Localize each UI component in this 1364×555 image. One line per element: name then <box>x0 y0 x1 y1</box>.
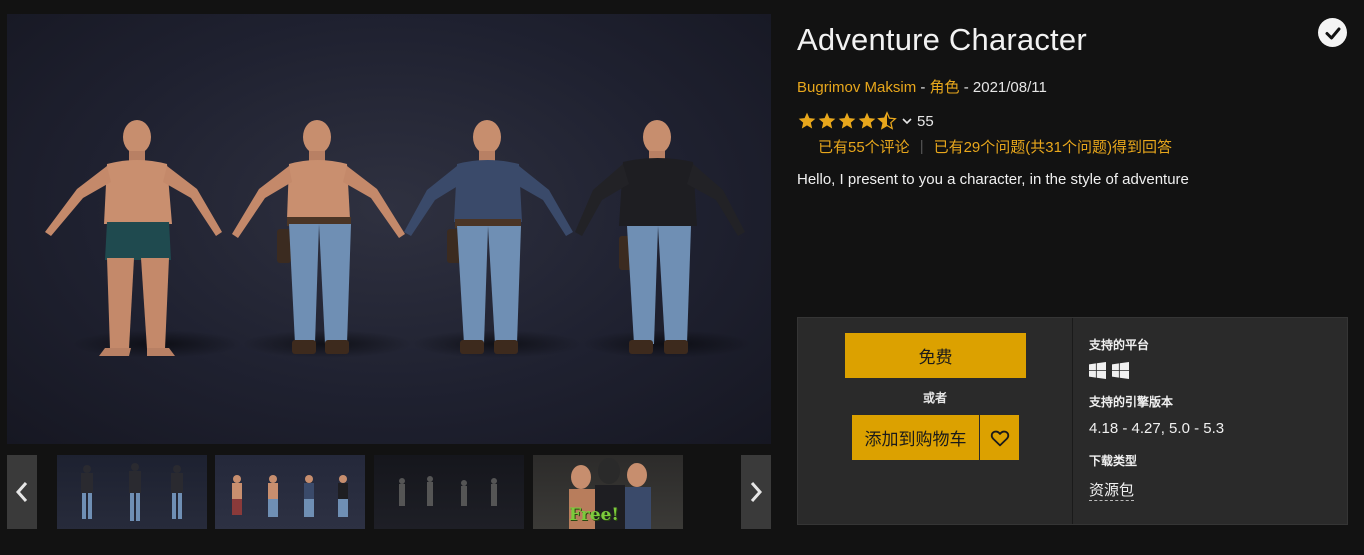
star-half-icon <box>877 111 897 130</box>
download-type-label: 下载类型 <box>1089 454 1138 468</box>
reviews-link[interactable]: 已有55个评论 <box>818 136 910 157</box>
product-meta: Bugrimov Maksim - 角色 - 2021/08/11 <box>797 76 1047 97</box>
star-full-icon <box>838 112 856 129</box>
carousel-next-button[interactable] <box>741 455 771 529</box>
thumbnail-carousel: Free! <box>7 455 771 529</box>
or-label: 或者 <box>922 391 947 405</box>
chevron-down-icon[interactable] <box>901 115 913 127</box>
release-date: 2021/08/11 <box>972 79 1047 96</box>
thumbnail-2[interactable] <box>215 455 365 529</box>
heart-icon <box>990 430 1009 446</box>
product-description: Hello, I present to you a character, in … <box>797 171 1189 188</box>
star-full-icon <box>818 112 836 129</box>
character-figure-1 <box>45 120 222 356</box>
engine-versions-value: 4.18 - 4.27, 5.0 - 5.3 <box>1089 420 1225 437</box>
add-to-cart-button[interactable]: 添加到购物车 <box>852 415 979 460</box>
author-link[interactable]: Bugrimov Maksim <box>797 79 916 96</box>
verified-check-icon <box>1318 18 1347 47</box>
star-full-icon <box>798 112 816 129</box>
reviews-questions-links: 已有55个评论 | 已有29个问题(共31个问题)得到回答 <box>818 136 1172 157</box>
windows-icon <box>1112 362 1129 379</box>
product-title: Adventure Character <box>797 22 1087 57</box>
chevron-left-icon <box>15 482 28 502</box>
rating-count: 55 <box>917 112 934 130</box>
character-figure-4 <box>575 120 745 354</box>
meta-separator: - <box>959 79 973 96</box>
thumbnail-1-image <box>81 463 183 521</box>
thumbnail-3-image <box>399 476 497 506</box>
character-render-image <box>45 120 752 358</box>
main-product-image[interactable] <box>7 14 771 444</box>
free-button[interactable]: 免费 <box>845 333 1026 378</box>
windows-icon <box>1089 362 1106 379</box>
carousel-prev-button[interactable] <box>7 455 37 529</box>
thumbnail-4[interactable]: Free! <box>533 455 683 529</box>
questions-link[interactable]: 已有29个问题(共31个问题)得到回答 <box>934 136 1172 157</box>
character-figure-3 <box>404 120 573 354</box>
thumbnail-2-image <box>232 475 348 517</box>
category-link[interactable]: 角色 <box>930 79 960 96</box>
thumbnail-1[interactable] <box>57 455 207 529</box>
star-full-icon <box>858 112 876 129</box>
engine-versions-label: 支持的引擎版本 <box>1089 395 1174 409</box>
free-overlay-text: Free! <box>569 505 619 525</box>
link-divider: | <box>919 138 924 155</box>
rating-summary[interactable]: 55 <box>797 111 934 131</box>
platforms-label: 支持的平台 <box>1089 338 1150 352</box>
download-type-value[interactable]: 资源包 <box>1089 479 1135 501</box>
rating-stars <box>797 111 897 131</box>
wishlist-button[interactable] <box>980 415 1019 460</box>
purchase-panel: 免费 或者 添加到购物车 支持的平台 支持的引擎版本 4.18 - 4.27, … <box>797 317 1348 525</box>
platform-icons <box>1089 362 1129 379</box>
chevron-right-icon <box>750 482 763 502</box>
meta-separator: - <box>916 79 930 96</box>
panel-divider <box>1072 318 1073 524</box>
thumbnail-3[interactable] <box>374 455 524 529</box>
character-figure-2 <box>232 120 405 354</box>
